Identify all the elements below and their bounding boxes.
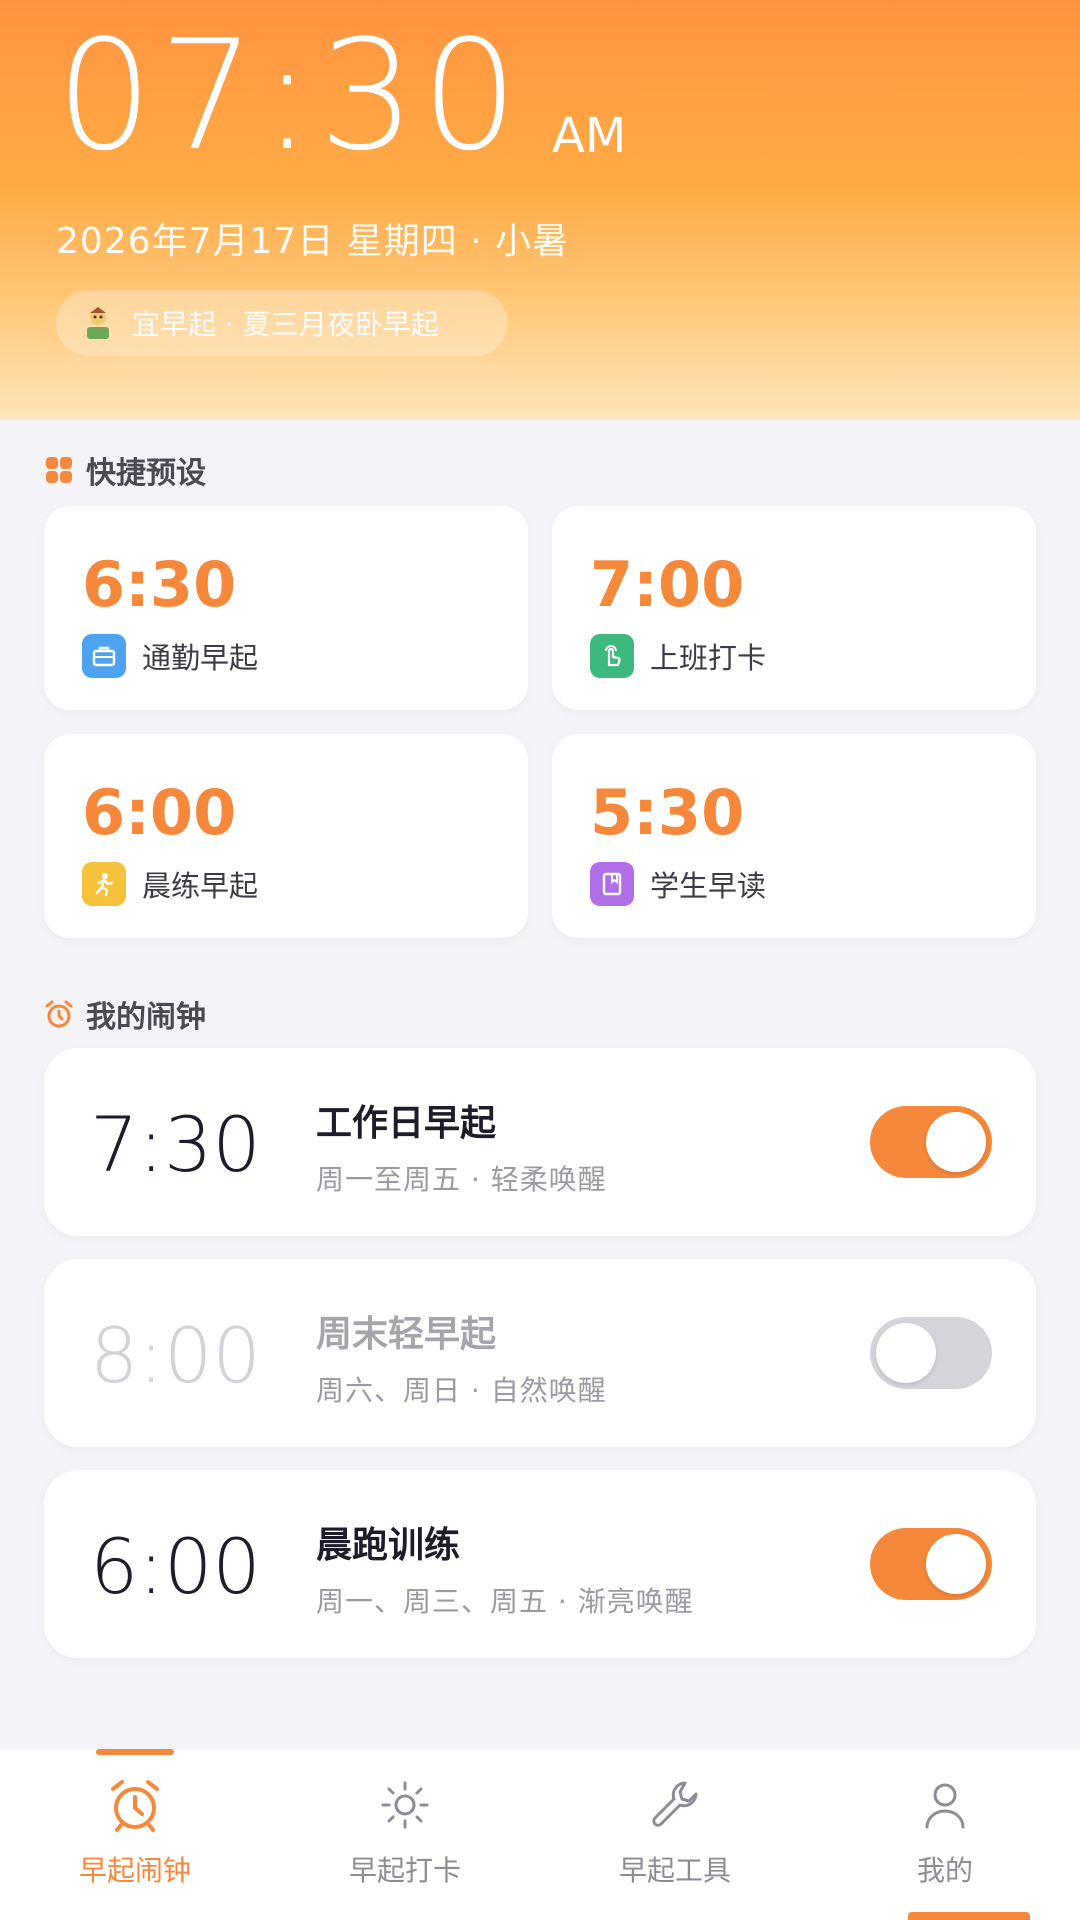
briefcase-icon [82, 634, 126, 678]
book-icon [590, 862, 634, 906]
wrench-icon [652, 1781, 698, 1827]
presets-title: 快捷预设 [86, 456, 206, 491]
alarm-schedule: 周一、周三、周五 · 渐亮唤醒 [316, 1585, 694, 1618]
alarms-title: 我的闹钟 [86, 1000, 206, 1035]
alarm-name: 周末轻早起 [316, 1314, 497, 1355]
user-icon [925, 1783, 965, 1829]
alarm-toggle[interactable] [870, 1317, 992, 1389]
preset-card[interactable]: 7:00 上班打卡 [552, 506, 1036, 710]
alarm-name: 工作日早起 [316, 1103, 497, 1144]
preset-label: 通勤早起 [82, 634, 258, 678]
nav-label: 早起打卡 [348, 1854, 461, 1887]
toggle-knob [876, 1323, 936, 1383]
scholar-emoji-icon [80, 305, 116, 341]
nav-item-tools[interactable]: 早起工具 [540, 1749, 810, 1920]
nav-item-checkin[interactable]: 早起打卡 [270, 1749, 540, 1920]
nav-item-profile[interactable]: 我的 [810, 1749, 1080, 1920]
date-line: 2026年7月17日 星期四 · 小暑 [56, 221, 570, 262]
preset-label: 上班打卡 [590, 634, 766, 678]
alarm-time: 7:30 [90, 1100, 261, 1189]
alarm-card[interactable]: 6:00 晨跑训练 周一、周三、周五 · 渐亮唤醒 [44, 1470, 1036, 1658]
alarm-time: 8:00 [90, 1311, 261, 1400]
preset-time: 6:00 [82, 776, 237, 849]
bottom-nav: 早起闹钟 早起打卡 早起工具 我的 [0, 1748, 1080, 1920]
current-time: 07:30 AM [56, 20, 626, 172]
clock-ampm: AM [552, 108, 627, 164]
preset-label-text: 上班打卡 [650, 641, 767, 675]
preset-label-text: 通勤早起 [142, 641, 259, 675]
nav-item-alarm[interactable]: 早起闹钟 [0, 1749, 270, 1920]
home-indicator [908, 1912, 1030, 1920]
clock-time: 07:30 [56, 7, 525, 184]
preset-time: 6:30 [82, 548, 237, 621]
toggle-knob [926, 1112, 986, 1172]
preset-label: 晨练早起 [82, 862, 258, 906]
preset-card[interactable]: 6:30 通勤早起 [44, 506, 528, 710]
presets-section-title: 快捷预设 [44, 448, 206, 492]
preset-label-text: 晨练早起 [142, 869, 259, 903]
header: 07:30 AM 2026年7月17日 星期四 · 小暑 宜早起 · 夏三月夜卧… [0, 0, 1080, 420]
alarm-name: 晨跑训练 [316, 1525, 461, 1566]
alarm-clock-icon [45, 1000, 73, 1028]
preset-time: 5:30 [590, 776, 745, 849]
preset-time: 7:00 [590, 548, 745, 621]
preset-card[interactable]: 5:30 学生早读 [552, 734, 1036, 938]
alarm-schedule: 周一至周五 · 轻柔唤醒 [316, 1163, 607, 1196]
alarm-card[interactable]: 8:00 周末轻早起 周六、周日 · 自然唤醒 [44, 1259, 1036, 1447]
alarm-schedule: 周六、周日 · 自然唤醒 [316, 1374, 607, 1407]
nav-label: 早起工具 [618, 1854, 731, 1887]
tip-text: 宜早起 · 夏三月夜卧早起 [132, 308, 439, 341]
grid-icon [46, 457, 72, 483]
nav-label: 我的 [916, 1854, 973, 1887]
alarms-section-title: 我的闹钟 [44, 992, 206, 1036]
preset-label: 学生早读 [590, 862, 766, 906]
alarm-toggle[interactable] [870, 1528, 992, 1600]
preset-card[interactable]: 6:00 晨练早起 [44, 734, 528, 938]
toggle-knob [926, 1534, 986, 1594]
sun-icon [381, 1781, 429, 1829]
alarm-card[interactable]: 7:30 工作日早起 周一至周五 · 轻柔唤醒 [44, 1048, 1036, 1236]
active-indicator [96, 1749, 174, 1755]
alarm-time: 6:00 [90, 1522, 261, 1611]
alarm-clock-icon [111, 1780, 159, 1832]
alarm-toggle[interactable] [870, 1106, 992, 1178]
tap-hand-icon [590, 634, 634, 678]
runner-icon [82, 862, 126, 906]
nav-label: 早起闹钟 [78, 1854, 191, 1887]
tip-pill[interactable]: 宜早起 · 夏三月夜卧早起 [56, 290, 508, 356]
preset-label-text: 学生早读 [650, 869, 767, 903]
